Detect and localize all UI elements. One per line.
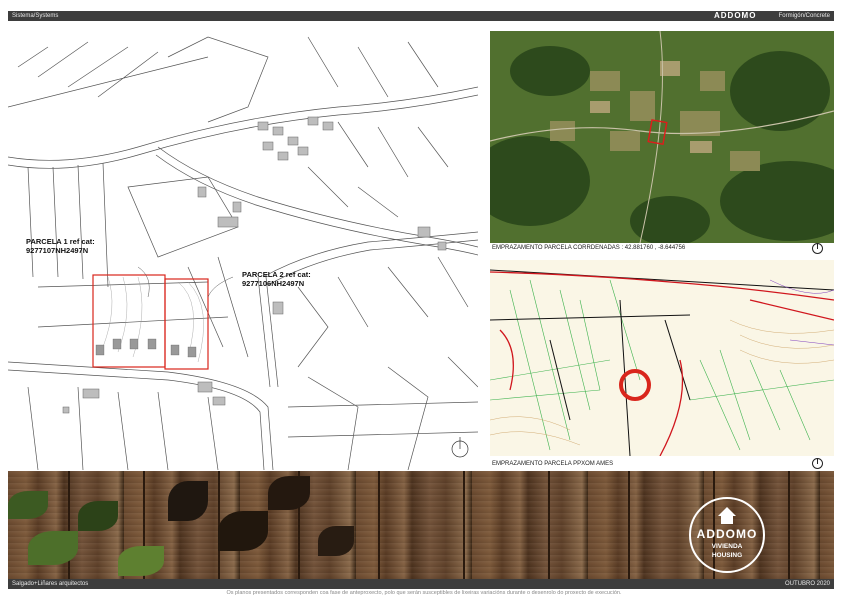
badge-name: ADDOMO: [696, 527, 758, 541]
pxom-drawing: [490, 260, 834, 456]
north-arrow-icon: [812, 458, 823, 469]
footer-bar: Salgado+Liñares arquitectos OUTUBRO 2020: [8, 579, 834, 589]
footer-right-text: OUTUBRO 2020: [784, 581, 830, 587]
cadastral-plan: PARCELA 1 ref cat: 9277107NH2497N PARCEL…: [8, 27, 478, 470]
parcel-2-ref: 9277106NH2497N: [242, 279, 305, 288]
parcel-1-title: PARCELA 1 ref cat:: [26, 237, 95, 246]
header-left-text: Sistema/Systems: [12, 13, 59, 19]
footer-note: Os planos presentados corresponden coa f…: [226, 590, 622, 596]
badge-line-2: HOUSING: [711, 552, 743, 559]
header-bar: Sistema/Systems ADDOMO Formigón/Concrete: [8, 11, 834, 21]
parcel-2-label: PARCELA 2 ref cat: 9277106NH2497N: [242, 270, 311, 288]
addomo-badge: ADDOMO VIVIENDA HOUSING: [689, 497, 765, 573]
parcel-2-title: PARCELA 2 ref cat:: [242, 270, 311, 279]
north-arrow-icon: [812, 243, 823, 254]
header-logo: ADDOMO: [714, 11, 757, 20]
footer-left-text: Salgado+Liñares arquitectos: [12, 581, 89, 587]
pxom-plan: [490, 260, 834, 456]
satellite-caption: EMPRAZAMENTO PARCELA CORRDENADAS : 42.88…: [492, 245, 686, 251]
header-right-text: Formigón/Concrete: [778, 13, 830, 19]
parcel-1-label: PARCELA 1 ref cat: 9277107NH2497N: [26, 237, 95, 255]
pxom-caption: EMPRAZAMENTO PARCELA PPXOM AMES: [492, 461, 614, 467]
parcel-1-ref: 9277107NH2497N: [26, 246, 89, 255]
badge-line-1: VIVIENDA: [711, 543, 743, 550]
satellite-drawing: [490, 31, 834, 243]
satellite-image: [490, 31, 834, 243]
house-icon: [718, 507, 736, 516]
